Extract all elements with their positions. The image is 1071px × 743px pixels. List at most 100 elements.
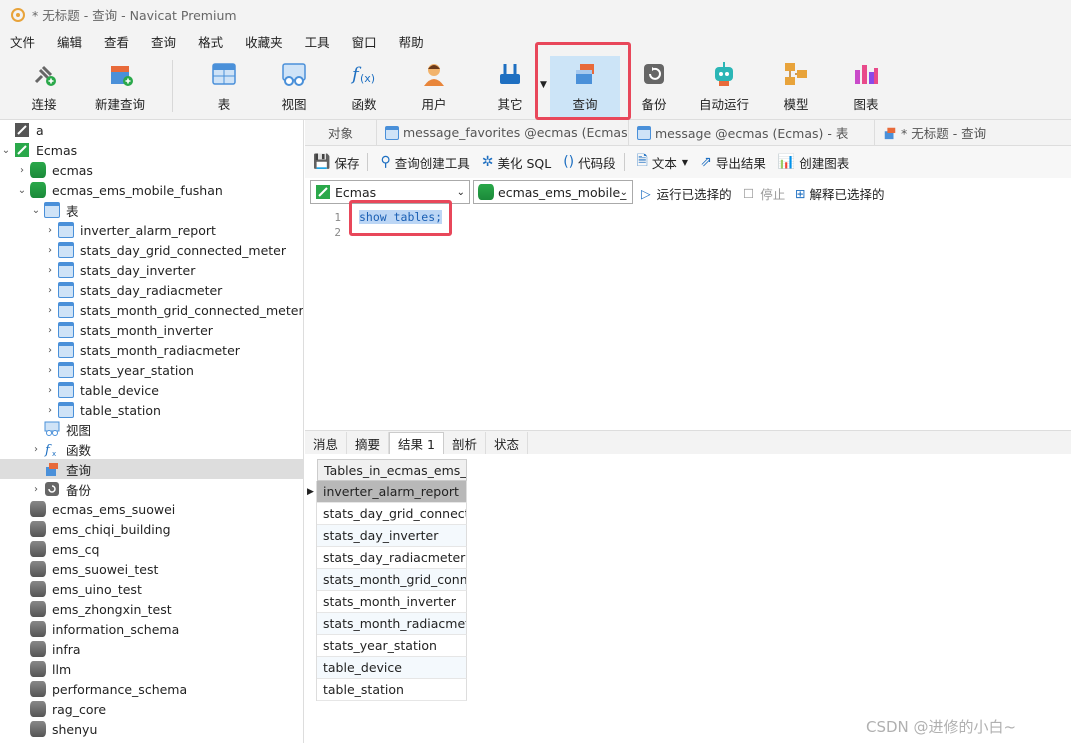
tab-result-1[interactable]: 结果 1: [389, 432, 444, 454]
tree-db[interactable]: ems_zhongxin_test: [0, 599, 303, 619]
create-chart-button[interactable]: 📊 创建图表: [778, 153, 849, 172]
tree-views-folder[interactable]: 视图: [0, 419, 303, 439]
chevron-right-icon[interactable]: ›: [30, 444, 42, 455]
tree-db[interactable]: infra: [0, 639, 303, 659]
save-button[interactable]: 💾 保存: [313, 153, 359, 172]
chevron-down-icon[interactable]: ▼: [682, 158, 688, 167]
export-result-button[interactable]: ⇗ 导出结果: [700, 153, 766, 172]
tree-table[interactable]: › table_device: [0, 380, 303, 400]
connect-button[interactable]: 连接: [22, 60, 66, 116]
tree-tables-folder[interactable]: ⌄ 表: [0, 200, 303, 220]
chevron-right-icon[interactable]: ›: [44, 245, 56, 256]
view-button[interactable]: 视图: [276, 60, 312, 116]
tab-message[interactable]: message @ecmas (Ecmas) - 表: [629, 119, 875, 146]
tree-table[interactable]: › stats_day_radiacmeter: [0, 280, 303, 300]
tree-db-fushan[interactable]: ⌄ ecmas_ems_mobile_fushan: [0, 180, 303, 200]
tab-message-favorites[interactable]: message_favorites @ecmas (Ecmas) ...: [377, 119, 629, 146]
chevron-right-icon[interactable]: ›: [44, 225, 56, 236]
tree-table[interactable]: › table_station: [0, 400, 303, 420]
menu-favorites[interactable]: 收藏夹: [245, 32, 283, 51]
user-button[interactable]: 用户: [416, 60, 452, 116]
tab-objects[interactable]: 对象: [305, 119, 377, 146]
object-tree[interactable]: a ⌄ Ecmas › ecmas ⌄ ecmas_ems_mobile_fus…: [0, 120, 304, 743]
tree-table[interactable]: › stats_month_inverter: [0, 320, 303, 340]
table-button[interactable]: 表: [206, 60, 242, 116]
chevron-down-icon[interactable]: ⌄: [30, 205, 42, 216]
chevron-right-icon[interactable]: ›: [44, 345, 56, 356]
tree-db[interactable]: ems_chiqi_building: [0, 519, 303, 539]
tree-table[interactable]: › stats_day_grid_connected_meter: [0, 240, 303, 260]
tree-table[interactable]: › inverter_alarm_report: [0, 220, 303, 240]
tree-db[interactable]: rag_core: [0, 699, 303, 719]
tree-conn-a[interactable]: a: [0, 120, 303, 140]
tab-untitled-query[interactable]: * 无标题 - 查询: [875, 120, 1005, 146]
table-row[interactable]: ▶ inverter_alarm_report: [305, 481, 469, 503]
other-button[interactable]: 其它: [492, 60, 528, 116]
automation-button[interactable]: 自动运行: [698, 60, 750, 116]
function-button[interactable]: f (x) 函数: [346, 60, 382, 116]
model-button[interactable]: 模型: [778, 60, 814, 116]
chevron-right-icon[interactable]: ›: [44, 285, 56, 296]
tree-table[interactable]: › stats_month_radiacmeter: [0, 340, 303, 360]
menu-window[interactable]: 窗口: [352, 32, 377, 51]
tree-db[interactable]: llm: [0, 659, 303, 679]
tree-db[interactable]: shenyu: [0, 719, 303, 739]
tree-db[interactable]: information_schema: [0, 619, 303, 639]
table-row[interactable]: stats_day_radiacmeter: [305, 547, 469, 569]
menu-edit[interactable]: 编辑: [57, 32, 82, 51]
table-row[interactable]: table_device: [305, 657, 469, 679]
stop-button[interactable]: ☐ 停止: [743, 184, 785, 203]
menu-format[interactable]: 格式: [198, 32, 223, 51]
query-builder-button[interactable]: ⚲ 查询创建工具: [380, 153, 469, 172]
menu-tools[interactable]: 工具: [305, 32, 330, 51]
table-row[interactable]: table_station: [305, 679, 469, 701]
menu-file[interactable]: 文件: [10, 32, 35, 51]
text-button[interactable]: 🗎 文本 ▼: [637, 150, 688, 174]
table-row[interactable]: stats_month_radiacmete: [305, 613, 469, 635]
table-row[interactable]: stats_year_station: [305, 635, 469, 657]
tree-db[interactable]: ems_cq: [0, 539, 303, 559]
tree-table[interactable]: › stats_month_grid_connected_meter: [0, 300, 303, 320]
tree-db[interactable]: ems_uino_test: [0, 579, 303, 599]
column-header[interactable]: Tables_in_ecmas_ems_m: [317, 459, 467, 481]
tab-profile[interactable]: 剖析: [444, 432, 486, 454]
tree-conn-ecmas[interactable]: ⌄ Ecmas: [0, 140, 303, 160]
tree-table[interactable]: › stats_year_station: [0, 360, 303, 380]
tree-table[interactable]: › stats_day_inverter: [0, 260, 303, 280]
table-row[interactable]: stats_month_grid_conne: [305, 569, 469, 591]
chevron-right-icon[interactable]: ›: [30, 484, 42, 495]
explain-button[interactable]: ⊞ 解释已选择的: [795, 184, 885, 203]
snippet-button[interactable]: () 代码段: [563, 153, 615, 172]
chevron-right-icon[interactable]: ›: [16, 165, 28, 176]
chevron-right-icon[interactable]: ›: [44, 365, 56, 376]
backup-button[interactable]: 备份: [636, 60, 672, 116]
tree-queries-folder[interactable]: 查询: [0, 459, 303, 479]
menu-query[interactable]: 查询: [151, 32, 176, 51]
tab-message-result[interactable]: 消息: [305, 432, 348, 454]
menu-help[interactable]: 帮助: [399, 32, 424, 51]
beautify-sql-button[interactable]: ✲ 美化 SQL: [482, 153, 551, 172]
tree-db[interactable]: ems_suowei_test: [0, 559, 303, 579]
tree-db-ecmas[interactable]: › ecmas: [0, 160, 303, 180]
tab-status[interactable]: 状态: [486, 432, 528, 454]
menu-view[interactable]: 查看: [104, 32, 129, 51]
table-row[interactable]: stats_day_grid_connecte: [305, 503, 469, 525]
new-query-button[interactable]: 新建查询: [94, 60, 146, 116]
chart-button[interactable]: 图表: [848, 60, 884, 116]
tree-db[interactable]: performance_schema: [0, 679, 303, 699]
chevron-down-icon[interactable]: ⌄: [0, 145, 12, 156]
sql-editor[interactable]: 1 2 show tables;: [305, 208, 1071, 426]
table-row[interactable]: stats_day_inverter: [305, 525, 469, 547]
chevron-down-icon[interactable]: ⌄: [16, 185, 28, 196]
chevron-right-icon[interactable]: ›: [44, 385, 56, 396]
chevron-right-icon[interactable]: ›: [44, 325, 56, 336]
tree-db[interactable]: ecmas_ems_suowei: [0, 499, 303, 519]
chevron-right-icon[interactable]: ›: [44, 305, 56, 316]
run-selected-button[interactable]: ▷ 运行已选择的: [641, 184, 732, 203]
tree-backups-folder[interactable]: › 备份: [0, 479, 303, 499]
database-select[interactable]: ecmas_ems_mobile_ ⌄: [473, 180, 633, 204]
tree-functions-folder[interactable]: › fx 函数: [0, 439, 303, 459]
tab-summary[interactable]: 摘要: [347, 432, 390, 454]
table-row[interactable]: stats_month_inverter: [305, 591, 469, 613]
chevron-right-icon[interactable]: ›: [44, 405, 56, 416]
